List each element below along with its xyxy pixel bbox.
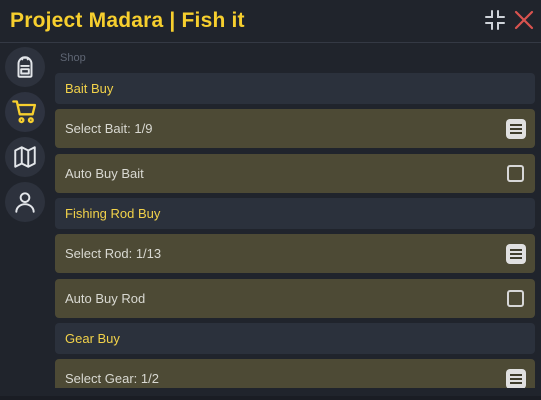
list-icon [506,243,526,264]
checkbox-icon [507,164,524,182]
checkbox-icon [507,289,524,307]
window-title: Project Madara | Fish it [10,9,245,32]
list-icon [506,368,526,388]
app-window: Project Madara | Fish it Shop Bait Buy S… [0,0,541,400]
sidebar-item-profile[interactable] [5,182,45,222]
auto-buy-rod-toggle[interactable]: Auto Buy Rod [55,279,535,318]
auto-buy-rod-checkbox[interactable] [505,288,527,310]
section-header-rod: Fishing Rod Buy [55,198,535,229]
sidebar-item-map[interactable] [5,137,45,177]
select-bait-dropdown[interactable]: Select Bait: 1/9 [55,109,535,148]
auto-buy-bait-checkbox[interactable] [505,163,527,185]
section-header-gear: Gear Buy [55,323,535,354]
bottom-edge [0,396,541,400]
user-icon [15,192,35,213]
auto-buy-bait-toggle[interactable]: Auto Buy Bait [55,154,535,193]
toggle-label: Auto Buy Rod [65,291,146,306]
list-icon [506,118,526,139]
minimize-button[interactable] [483,8,507,32]
map-icon [14,146,36,168]
sidebar-item-shop[interactable] [5,92,45,132]
dropdown-label: Select Rod: 1/13 [65,246,162,261]
select-rod-dropdown[interactable]: Select Rod: 1/13 [55,234,535,273]
close-button[interactable] [512,8,536,32]
sidebar [0,43,52,400]
toggle-label: Auto Buy Bait [65,166,144,181]
section-caption: Shop [60,52,86,64]
section-header-label: Gear Buy [65,331,120,346]
dropdown-label: Select Bait: 1/9 [65,121,153,136]
cart-icon [12,100,37,124]
shop-panel: Shop Bait Buy Select Bait: 1/9 Auto Buy … [55,43,535,388]
dropdown-control[interactable] [505,368,527,388]
section-header-label: Fishing Rod Buy [65,206,161,221]
dropdown-label: Select Gear: 1/2 [65,371,159,386]
collapse-arrows-icon [485,10,505,30]
section-header-label: Bait Buy [65,81,114,96]
dropdown-control[interactable] [505,243,527,265]
title-bar: Project Madara | Fish it [0,0,541,43]
select-gear-dropdown[interactable]: Select Gear: 1/2 [55,359,535,388]
dropdown-control[interactable] [505,118,527,140]
backpack-icon [17,56,33,78]
close-x-icon [514,10,534,30]
section-header-bait: Bait Buy [55,73,535,104]
sidebar-item-inventory[interactable] [5,47,45,87]
